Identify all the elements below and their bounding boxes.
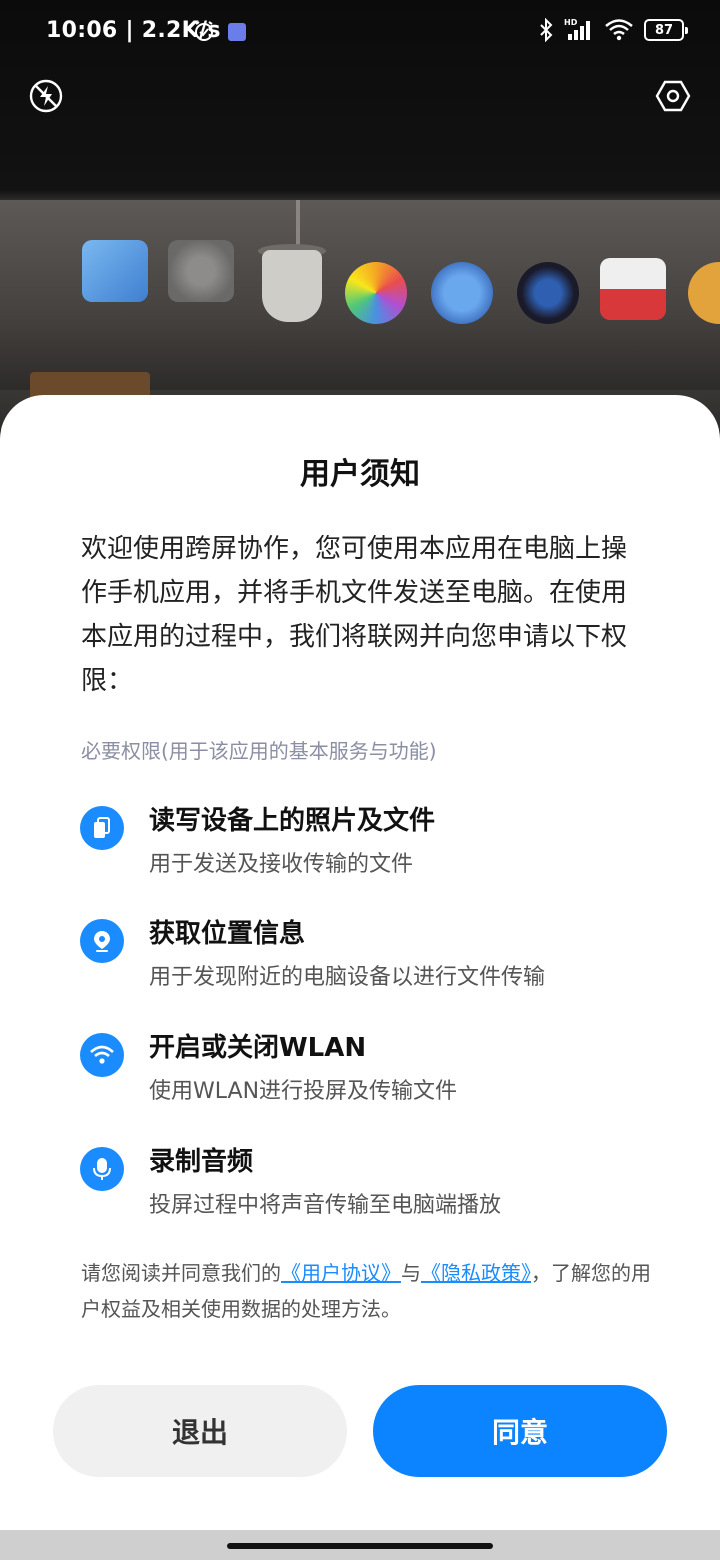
status-right-icons: HD 87 (538, 18, 688, 42)
battery-icon: 87 (644, 19, 688, 41)
app-notification-icon (228, 23, 246, 41)
camera-preview (0, 0, 720, 430)
permission-item-files: 读写设备上的照片及文件 用于发送及接收传输的文件 (80, 800, 680, 900)
music-icon (431, 262, 493, 324)
user-notice-dialog: 用户须知 欢迎使用跨屏协作，您可使用本应用在电脑上操作手机应用，并将手机文件发送… (0, 395, 720, 1530)
gear-icon (168, 240, 234, 302)
finder-icon (82, 240, 148, 302)
cup (262, 250, 322, 322)
hexagon-settings-icon[interactable] (655, 78, 691, 114)
privacy-policy-link[interactable]: 《隐私政策》 (421, 1261, 531, 1285)
svg-text:HD: HD (564, 18, 578, 27)
bluetooth-icon (540, 18, 553, 42)
flash-off-icon[interactable] (28, 78, 64, 114)
permission-item-location: 获取位置信息 用于发现附近的电脑设备以进行文件传输 (80, 913, 680, 1013)
status-bar: 10:06 | 2.2K/s HD 87 (0, 0, 720, 64)
permission-desc: 使用WLAN进行投屏及传输文件 (149, 1079, 458, 1104)
mail-icon (600, 258, 666, 320)
dialog-title: 用户须知 (300, 457, 420, 492)
location-icon (80, 919, 124, 963)
wifi-icon (605, 19, 633, 41)
permission-title: 获取位置信息 (149, 919, 306, 949)
user-agreement-link[interactable]: 《用户协议》 (281, 1261, 401, 1285)
agree-button[interactable]: 同意 (373, 1385, 667, 1477)
permission-item-audio: 录制音频 投屏过程中将声音传输至电脑端播放 (80, 1141, 680, 1241)
permission-title: 录制音频 (149, 1147, 254, 1177)
home-indicator[interactable] (227, 1543, 493, 1549)
permission-title: 开启或关闭WLAN (149, 1033, 367, 1063)
exit-button[interactable]: 退出 (53, 1385, 347, 1477)
signal-hd-icon: HD (564, 18, 590, 40)
required-permissions-label: 必要权限(用于该应用的基本服务与功能) (81, 739, 437, 763)
file-icon (80, 806, 124, 850)
alarm-icon (193, 20, 215, 42)
wifi-icon (80, 1033, 124, 1077)
microphone-icon (80, 1147, 124, 1191)
dialog-intro: 欢迎使用跨屏协作，您可使用本应用在电脑上操作手机应用，并将手机文件发送至电脑。在… (81, 534, 628, 696)
permission-desc: 用于发现附近的电脑设备以进行文件传输 (149, 965, 546, 990)
permission-title: 读写设备上的照片及文件 (149, 806, 436, 836)
player-icon (517, 262, 579, 324)
permission-desc: 用于发送及接收传输的文件 (149, 852, 414, 877)
agreement-text: 请您阅读并同意我们的《用户协议》与《隐私政策》，了解您的用户权益及相关使用数据的… (81, 1261, 651, 1321)
photos-icon (345, 262, 407, 324)
navigation-bar (0, 1530, 720, 1560)
lamp (296, 200, 300, 250)
permission-item-wlan: 开启或关闭WLAN 使用WLAN进行投屏及传输文件 (80, 1027, 680, 1127)
permission-desc: 投屏过程中将声音传输至电脑端播放 (149, 1193, 502, 1218)
